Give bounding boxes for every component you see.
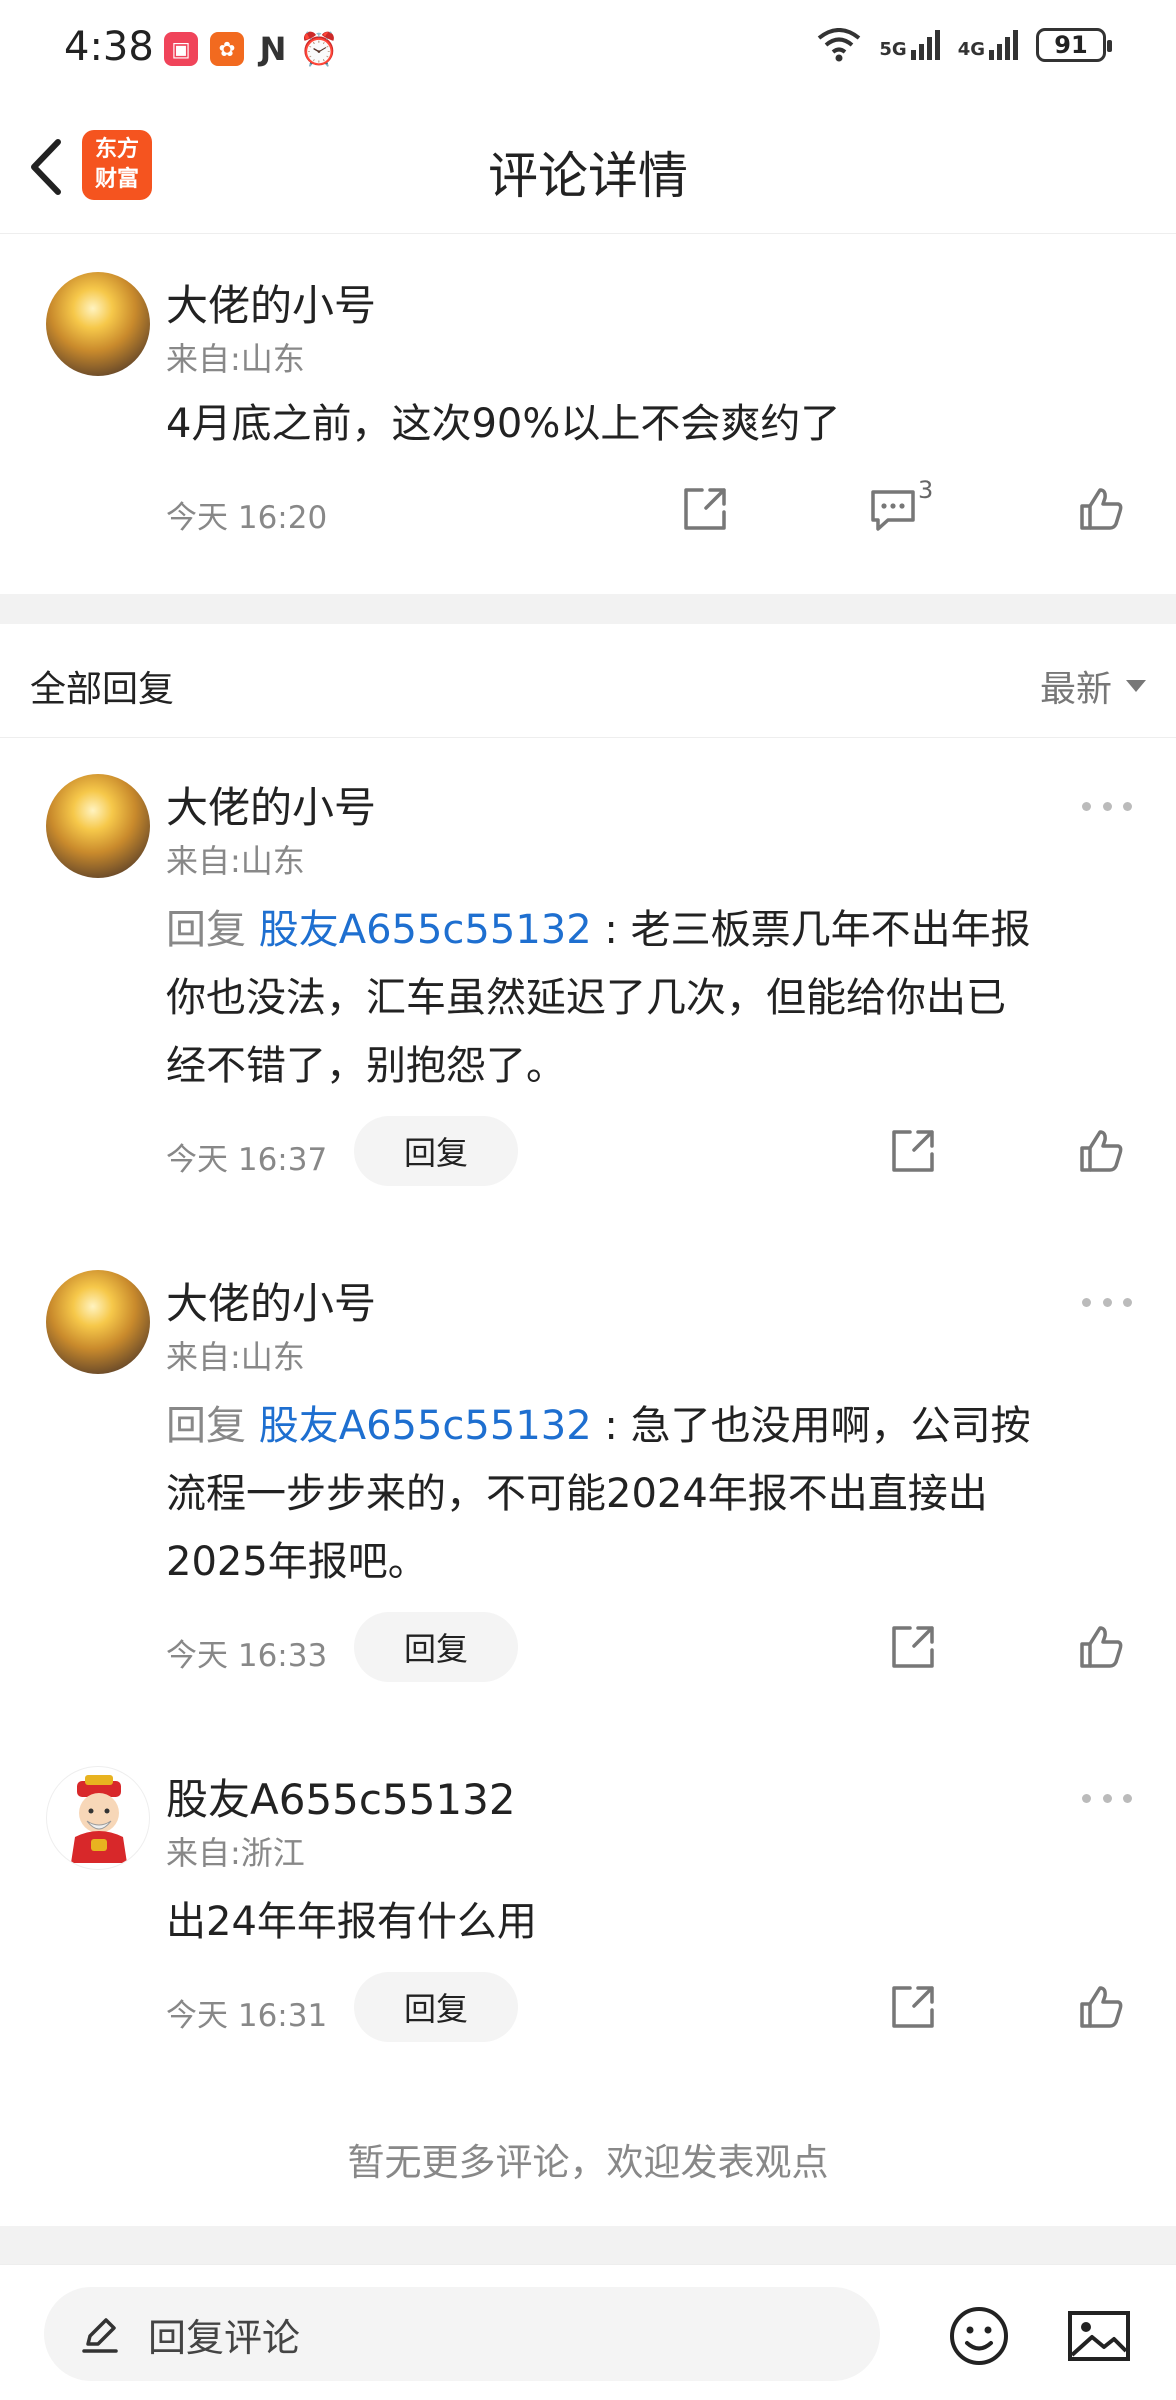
like-button[interactable] bbox=[1076, 1126, 1126, 1176]
signal-icon bbox=[910, 30, 940, 60]
mention-link[interactable]: 股友A655c55132 bbox=[259, 907, 592, 953]
reply-line-1: 回复 股友A655c55132 : 老三板票几年不出年报 bbox=[166, 896, 1031, 964]
avatar[interactable] bbox=[46, 272, 150, 376]
status-app-icons: ▣ ✿ Ɲ ⏰ bbox=[164, 30, 339, 68]
mention-link[interactable]: 股友A655c55132 bbox=[259, 1403, 592, 1449]
reply-button[interactable]: 回复 bbox=[354, 1612, 518, 1682]
comment-location: 来自:山东 bbox=[166, 340, 305, 378]
status-time: 4:38 bbox=[64, 24, 154, 70]
share-button[interactable] bbox=[888, 1982, 938, 2032]
header: 东方 财富 评论详情 bbox=[0, 100, 1176, 234]
like-button[interactable] bbox=[1076, 484, 1126, 534]
pencil-icon bbox=[82, 2318, 118, 2353]
comment-count-button[interactable] bbox=[868, 484, 918, 534]
battery-indicator: 91 bbox=[1036, 28, 1112, 62]
signal-icon bbox=[989, 30, 1018, 60]
alarm-icon: ⏰ bbox=[299, 30, 339, 68]
signal-5g: 5G bbox=[879, 30, 940, 60]
nfc-icon: Ɲ bbox=[259, 30, 287, 68]
reply-prefix: 回复 bbox=[166, 907, 246, 953]
reply-text: 出24年年报有什么用 bbox=[166, 1899, 537, 1945]
like-button[interactable] bbox=[1076, 1982, 1126, 2032]
reply-line-1: 回复 股友A655c55132 : 急了也没用啊，公司按 bbox=[166, 1392, 1031, 1460]
comment-text: 4月底之前，这次90%以上不会爽约了 bbox=[166, 401, 841, 447]
reply-line-2: 流程一步步来的，不可能2024年报不出直接出 bbox=[166, 1471, 988, 1517]
avatar[interactable] bbox=[46, 1270, 150, 1374]
image-icon bbox=[1068, 2311, 1130, 2361]
status-indicators: 5G 4G 91 bbox=[817, 28, 1112, 62]
reply-location: 来自:山东 bbox=[166, 1338, 305, 1376]
share-button[interactable] bbox=[888, 1622, 938, 1672]
share-icon bbox=[892, 1986, 934, 2028]
comment-time: 今天 16:20 bbox=[166, 500, 328, 536]
reply-count: 3 bbox=[918, 476, 934, 504]
page-title: 评论详情 bbox=[488, 147, 688, 205]
replies-section-header: 全部回复 最新 bbox=[0, 624, 1176, 738]
reply-button[interactable]: 回复 bbox=[354, 1116, 518, 1186]
share-icon bbox=[684, 488, 726, 530]
avatar[interactable] bbox=[46, 1766, 150, 1870]
reply-time: 今天 16:37 bbox=[166, 1142, 328, 1178]
bottom-divider bbox=[0, 2226, 1176, 2264]
more-options-icon[interactable] bbox=[1082, 1788, 1132, 1808]
reply-line-3: 2025年报吧。 bbox=[166, 1539, 428, 1585]
reply-location: 来自:浙江 bbox=[166, 1834, 305, 1872]
reply-prefix: 回复 bbox=[166, 1403, 246, 1449]
section-title: 全部回复 bbox=[30, 669, 175, 710]
comment-author[interactable]: 大佬的小号 bbox=[166, 272, 376, 333]
reply-line-1-text: : 急了也没用啊，公司按 bbox=[591, 1403, 1031, 1449]
reply-text: 回复 股友A655c55132 : 急了也没用啊，公司按 流程一步步来的，不可能… bbox=[166, 1392, 1031, 1596]
share-button[interactable] bbox=[888, 1126, 938, 1176]
status-bar: 4:38 ▣ ✿ Ɲ ⏰ 5G 4G 91 bbox=[0, 0, 1176, 100]
fortune-god-avatar-icon bbox=[71, 1775, 127, 1863]
section-divider bbox=[0, 594, 1176, 624]
sort-dropdown[interactable]: 最新 bbox=[1040, 660, 1146, 712]
reply-line-2: 你也没法，汇车虽然延迟了几次，但能给你出已 bbox=[166, 975, 1006, 1021]
signal-4g: 4G bbox=[958, 30, 1018, 60]
no-more-comments-text: 暂无更多评论，欢迎发表观点 bbox=[347, 2141, 829, 2184]
reply-author[interactable]: 股友A655c55132 bbox=[166, 1766, 516, 1827]
share-icon bbox=[892, 1626, 934, 1668]
reply-input-placeholder: 回复评论 bbox=[148, 2315, 301, 2360]
comment-icon bbox=[871, 490, 915, 531]
reply-author[interactable]: 大佬的小号 bbox=[166, 774, 376, 835]
caret-down-icon bbox=[1126, 680, 1146, 692]
bottom-bar: 回复评论 bbox=[0, 2264, 1176, 2400]
orange-app-icon: ✿ bbox=[210, 32, 244, 66]
avatar[interactable] bbox=[46, 774, 150, 878]
reply-time: 今天 16:33 bbox=[166, 1638, 328, 1674]
emoji-button[interactable] bbox=[948, 2305, 1010, 2367]
reply-time: 今天 16:31 bbox=[166, 1998, 328, 2034]
reply-line-1-text: : 老三板票几年不出年报 bbox=[591, 907, 1031, 953]
more-options-icon[interactable] bbox=[1082, 1292, 1132, 1312]
red-app-icon: ▣ bbox=[164, 32, 198, 66]
reply-line-3: 经不错了，别抱怨了。 bbox=[166, 1043, 566, 1089]
wifi-icon bbox=[818, 28, 861, 62]
more-options-icon[interactable] bbox=[1082, 796, 1132, 816]
share-button[interactable] bbox=[680, 484, 730, 534]
emoji-icon bbox=[950, 2307, 1008, 2365]
reply-comment-input[interactable]: 回复评论 bbox=[44, 2287, 880, 2381]
share-icon bbox=[892, 1130, 934, 1172]
like-button[interactable] bbox=[1076, 1622, 1126, 1672]
thumbs-up-icon bbox=[1080, 488, 1123, 530]
thumbs-up-icon bbox=[1080, 1986, 1123, 2028]
reply-author[interactable]: 大佬的小号 bbox=[166, 1270, 376, 1331]
thumbs-up-icon bbox=[1080, 1626, 1123, 1668]
sort-label: 最新 bbox=[1039, 669, 1112, 710]
thumbs-up-icon bbox=[1080, 1130, 1123, 1172]
reply-location: 来自:山东 bbox=[166, 842, 305, 880]
reply-text: 回复 股友A655c55132 : 老三板票几年不出年报 你也没法，汇车虽然延迟… bbox=[166, 896, 1031, 1100]
image-button[interactable] bbox=[1066, 2305, 1132, 2367]
reply-button[interactable]: 回复 bbox=[354, 1972, 518, 2042]
